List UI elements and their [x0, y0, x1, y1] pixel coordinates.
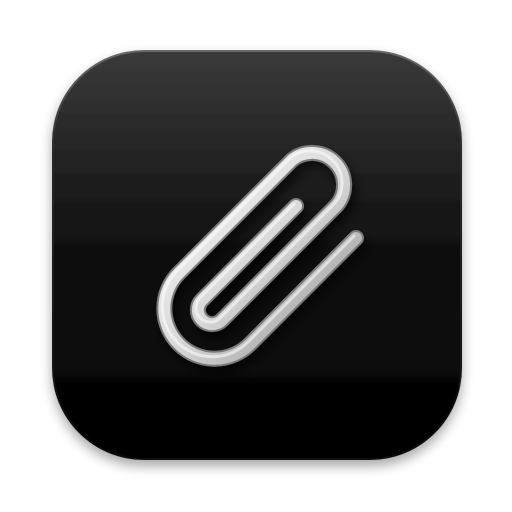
app-icon-canvas: [0, 0, 512, 512]
app-icon[interactable]: [0, 0, 512, 512]
